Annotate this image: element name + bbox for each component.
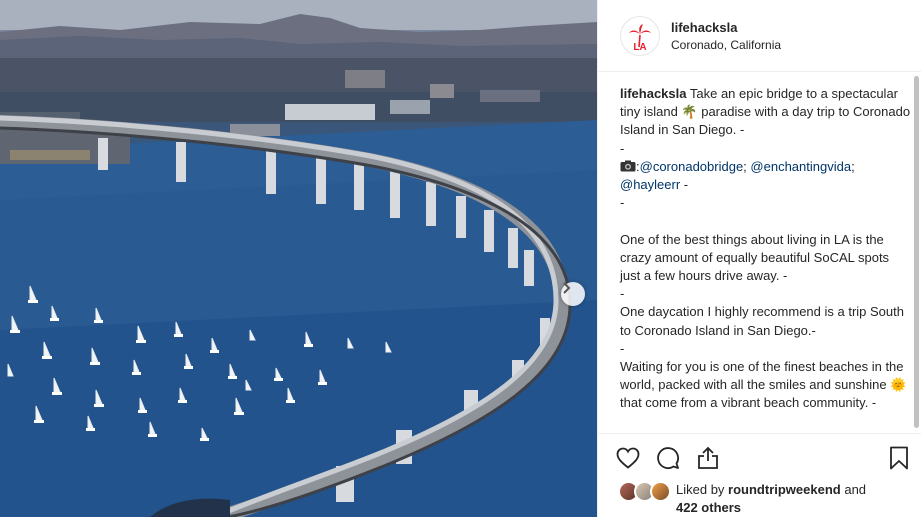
caption-text: Waiting for you is one of the finest bea… <box>620 359 904 393</box>
caption-dash: - <box>620 140 625 156</box>
caption-dash: - <box>620 195 625 211</box>
post-sidebar: LA lifehacksla Coronado, California life… <box>597 0 921 517</box>
avatar[interactable] <box>650 481 671 502</box>
camera-icon <box>620 159 636 174</box>
likes-text: Liked by roundtripweekend and 422 others <box>676 481 866 517</box>
caption-text: ; <box>851 158 855 174</box>
instagram-post: LA lifehacksla Coronado, California life… <box>0 0 921 517</box>
action-bar <box>598 433 921 481</box>
caption-text: that come from a vibrant beach community… <box>620 395 877 411</box>
mention-link[interactable]: @enchantingvida <box>750 159 851 174</box>
chevron-right-icon <box>563 282 571 294</box>
likes-count[interactable]: 422 others <box>676 500 741 515</box>
share-icon <box>698 446 718 469</box>
palm-emoji: 🌴 <box>681 104 698 120</box>
likes-middle: and <box>840 482 867 497</box>
mention-link[interactable]: @coronadobridge <box>640 159 744 174</box>
caption-paragraph: One daycation I highly recommend is a tr… <box>620 304 904 338</box>
liker-username[interactable]: roundtripweekend <box>728 482 841 497</box>
liker-avatars[interactable] <box>618 481 674 503</box>
post-header: LA lifehacksla Coronado, California <box>598 0 921 72</box>
caption-dash: - <box>620 286 625 302</box>
avatar[interactable]: LA <box>620 15 660 56</box>
avatar-logo-text: LA <box>633 42 646 51</box>
share-button[interactable] <box>696 438 736 478</box>
caption-dash: - <box>620 340 625 356</box>
save-button[interactable] <box>879 438 909 478</box>
caption-username[interactable]: lifehacksla <box>620 86 687 101</box>
next-photo-button[interactable] <box>561 282 585 306</box>
palm-tree-icon: LA <box>629 23 651 51</box>
caption-paragraph: One of the best things about living in L… <box>620 231 890 284</box>
comment-icon <box>657 446 679 469</box>
like-button[interactable] <box>616 438 656 478</box>
coronado-bridge-photo <box>0 0 597 517</box>
sun-emoji: 🌞 <box>890 377 907 393</box>
caption-scrollbar[interactable] <box>914 76 919 428</box>
heart-icon <box>616 447 640 469</box>
caption: lifehacksla Take an epic bridge to a spe… <box>620 85 911 413</box>
likes-summary: Liked by roundtripweekend and 422 others <box>598 481 921 517</box>
likes-prefix: Liked by <box>676 482 729 497</box>
mention-link[interactable]: @hayleerr <box>620 177 680 192</box>
post-location[interactable]: Coronado, California <box>671 38 781 52</box>
bookmark-icon <box>890 446 908 469</box>
caption-area[interactable]: lifehacksla Take an epic bridge to a spe… <box>598 72 921 433</box>
post-username[interactable]: lifehacksla <box>671 20 781 35</box>
caption-text: - <box>680 177 689 193</box>
post-photo[interactable] <box>0 0 597 517</box>
comment-button[interactable] <box>656 438 696 478</box>
